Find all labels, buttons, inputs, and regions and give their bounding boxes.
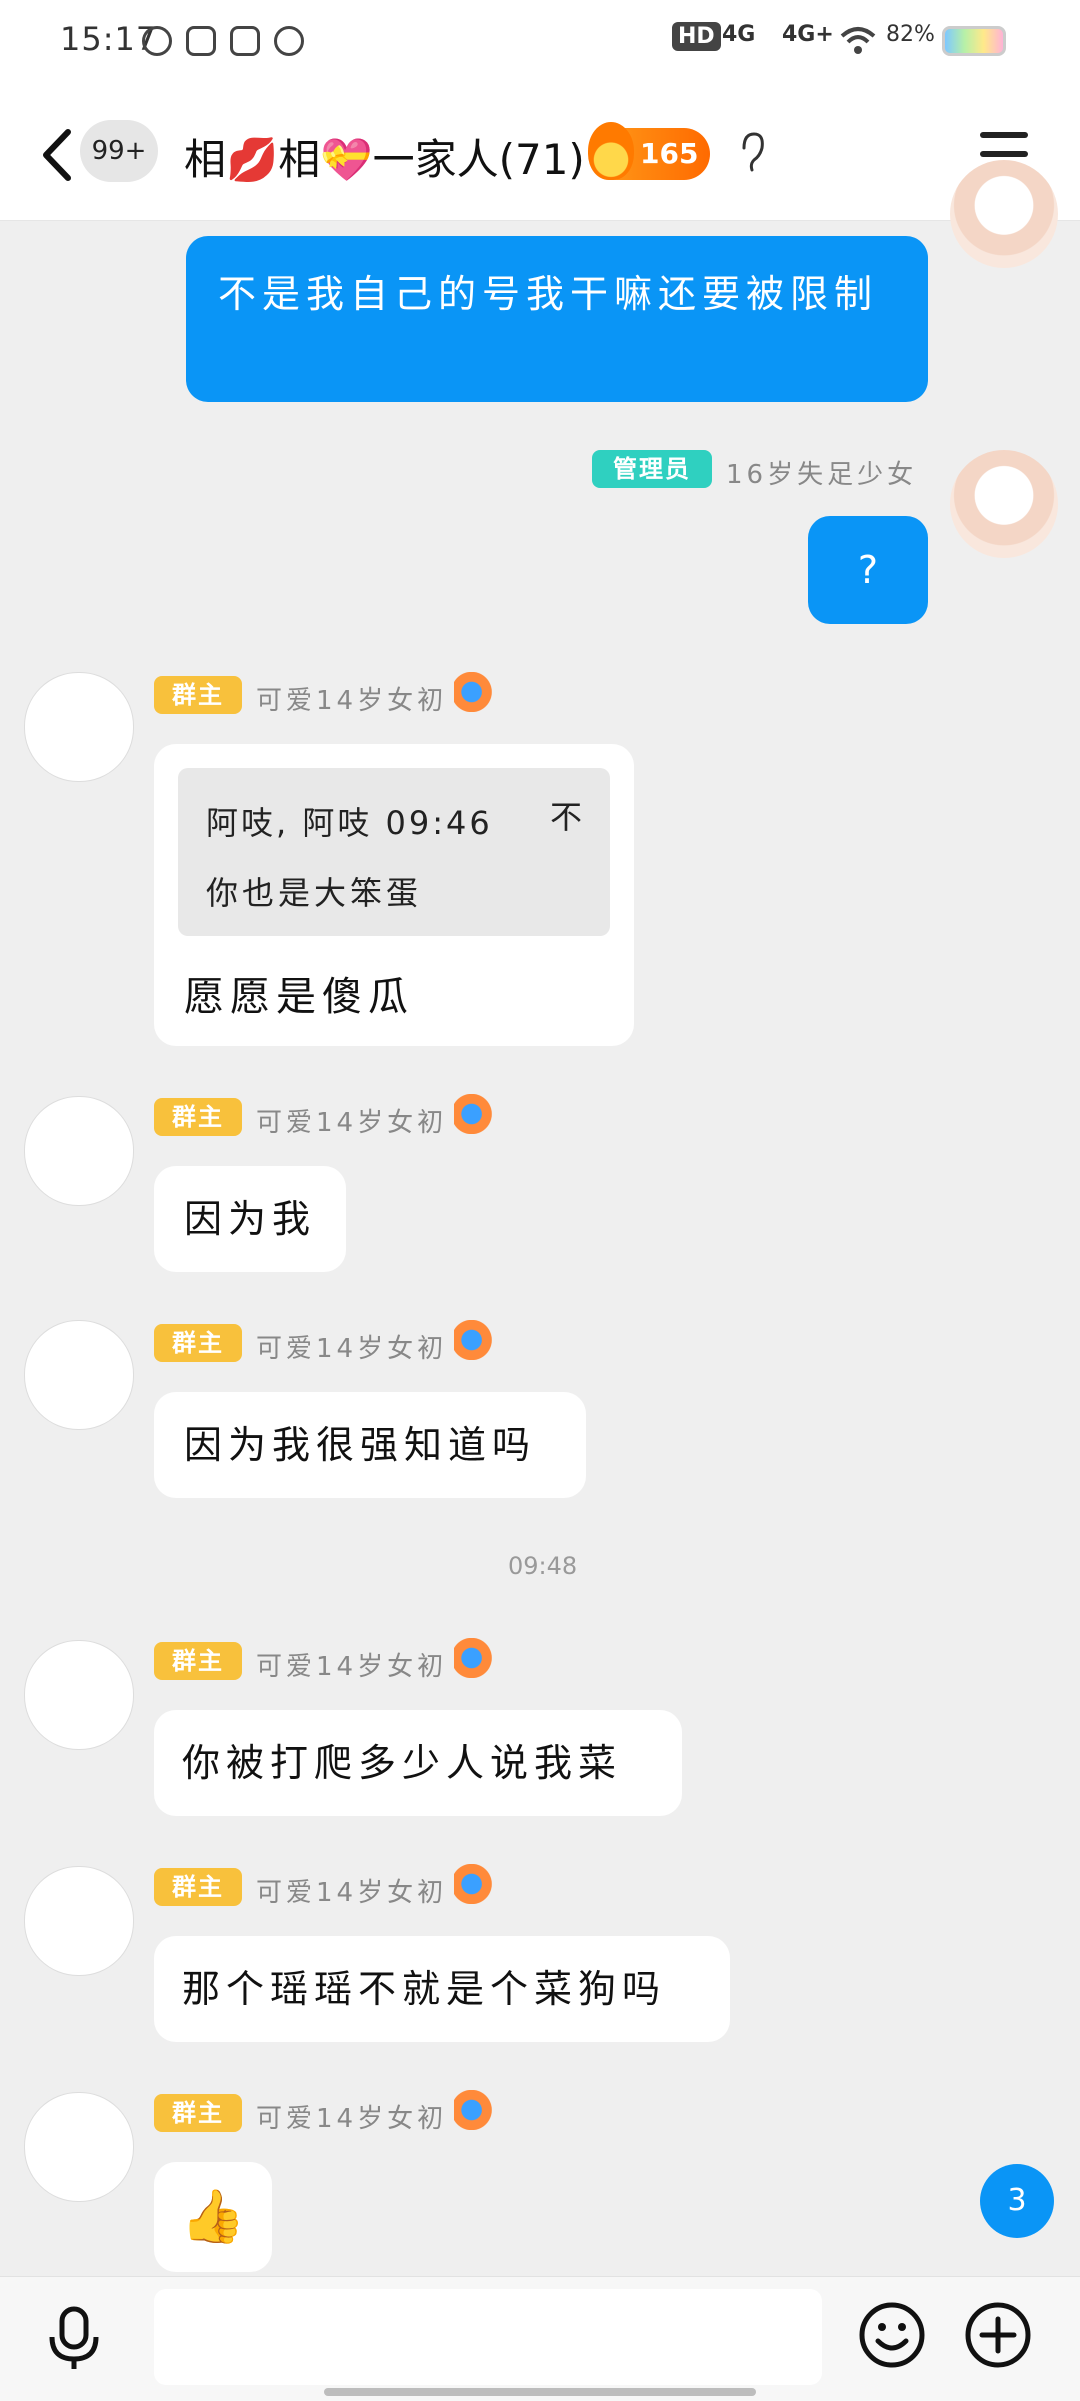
avatar[interactable]: [24, 2092, 134, 2202]
app-notification-icon: [142, 26, 172, 56]
owner-tag: 群主: [154, 1098, 242, 1136]
decoration-icon: [454, 2090, 498, 2130]
message-bubble[interactable]: 你被打爬多少人说我菜: [154, 1710, 682, 1816]
message-bubble[interactable]: 阿吱, 阿吱 09:46 不 你也是大笨蛋 愿愿是傻瓜: [154, 744, 634, 1046]
avatar[interactable]: [24, 1320, 134, 1430]
owner-tag: 群主: [154, 2094, 242, 2132]
quote-trailing: 不: [550, 798, 589, 836]
sender-nickname[interactable]: 可爱14岁女初: [256, 1646, 447, 1683]
status-bar: 15:17 HD 4G 4G+ 82%: [0, 0, 1080, 90]
signal-4g-plus-icon: 4G+: [782, 22, 834, 47]
owner-tag: 群主: [154, 1642, 242, 1680]
owner-tag: 群主: [154, 676, 242, 714]
sender-nickname[interactable]: 可爱14岁女初: [256, 1872, 447, 1909]
avatar[interactable]: [950, 450, 1058, 558]
decoration-icon: [454, 1320, 498, 1360]
owner-tag: 群主: [154, 1324, 242, 1362]
sender-nickname[interactable]: 可爱14岁女初: [256, 2098, 447, 2135]
chat-header: 99+ 相💋相💝一家人(71) 165: [0, 90, 1080, 221]
time-separator: 09:48: [508, 1552, 578, 1580]
plus-icon[interactable]: [964, 2301, 1032, 2369]
fire-level-badge[interactable]: 165: [588, 122, 710, 180]
battery-percent: 82%: [886, 22, 935, 47]
menu-line-icon: [980, 132, 1028, 138]
wifi-icon: [840, 27, 876, 54]
notification-icon-2: [274, 26, 304, 56]
decoration-icon: [454, 1094, 498, 1134]
sender-nickname[interactable]: 可爱14岁女初: [256, 1102, 447, 1139]
avatar[interactable]: [24, 672, 134, 782]
back-arrow-icon[interactable]: [38, 128, 78, 182]
unread-badge[interactable]: 99+: [80, 120, 158, 182]
home-indicator[interactable]: [324, 2388, 756, 2396]
admin-tag: 管理员: [592, 450, 712, 488]
sender-nickname[interactable]: 可爱14岁女初: [256, 680, 447, 717]
decoration-icon: [454, 672, 498, 712]
message-bubble[interactable]: 👍: [154, 2162, 272, 2272]
menu-line-icon: [980, 151, 1028, 157]
owner-tag: 群主: [154, 1868, 242, 1906]
new-message-badge[interactable]: 3: [980, 2164, 1054, 2238]
avatar[interactable]: [24, 1866, 134, 1976]
message-bubble[interactable]: 因为我: [154, 1166, 346, 1272]
quote-box[interactable]: 阿吱, 阿吱 09:46 不 你也是大笨蛋: [178, 768, 610, 936]
message-bubble[interactable]: 因为我很强知道吗: [154, 1392, 586, 1498]
fire-level-value: 165: [640, 137, 699, 170]
avatar[interactable]: [24, 1640, 134, 1750]
signal-4g-icon: 4G: [722, 22, 756, 47]
quote-header: 阿吱, 阿吱 09:46: [206, 804, 493, 842]
message-bubble[interactable]: 那个瑶瑶不就是个菜狗吗: [154, 1936, 730, 2042]
sender-nickname[interactable]: 16岁失足少女: [726, 454, 917, 491]
sender-nickname[interactable]: 可爱14岁女初: [256, 1328, 447, 1365]
microphone-icon[interactable]: [44, 2305, 104, 2373]
decoration-icon: [454, 1638, 498, 1678]
decoration-icon: [454, 1864, 498, 1904]
message-bubble[interactable]: 不是我自己的号我干嘛还要被限制: [186, 236, 928, 402]
emoji-icon[interactable]: [858, 2301, 926, 2369]
message-text: 愿愿是傻瓜: [184, 974, 414, 1020]
message-input[interactable]: [154, 2289, 822, 2385]
taobao-icon: [230, 26, 260, 56]
group-title[interactable]: 相💋相💝一家人(71): [184, 126, 585, 187]
battery-icon: [942, 26, 1006, 56]
avatar[interactable]: [24, 1096, 134, 1206]
message-bubble[interactable]: ?: [808, 516, 928, 624]
ear-icon[interactable]: [736, 130, 766, 176]
input-bar: [0, 2276, 1080, 2401]
notification-icon: [186, 26, 216, 56]
hd-icon: HD: [672, 22, 721, 51]
quote-text: 你也是大笨蛋: [206, 874, 423, 912]
fire-icon: [588, 122, 634, 180]
avatar[interactable]: [950, 160, 1058, 268]
